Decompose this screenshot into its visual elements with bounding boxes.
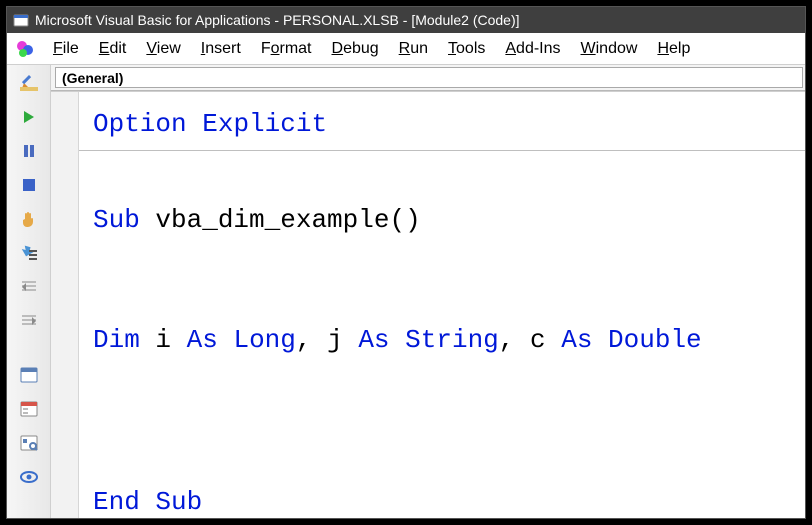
kw-end: End xyxy=(93,487,140,517)
vb-logo-icon xyxy=(13,37,37,61)
kw-string: String xyxy=(405,325,499,355)
menu-edit[interactable]: Edit xyxy=(89,38,137,60)
watch-icon[interactable] xyxy=(17,465,41,489)
editor-area: (General) Option Explicit Sub vba_dim_ex… xyxy=(51,65,805,518)
run-icon[interactable] xyxy=(17,105,41,129)
menu-file[interactable]: File xyxy=(43,38,89,60)
menu-run[interactable]: Run xyxy=(389,38,438,60)
paren-close: ) xyxy=(405,205,421,235)
comma-2: , xyxy=(499,325,515,355)
menu-help[interactable]: Help xyxy=(647,38,700,60)
kw-as-1: As xyxy=(187,325,218,355)
reset-icon[interactable] xyxy=(17,173,41,197)
menu-window[interactable]: Window xyxy=(571,38,648,60)
menu-view[interactable]: View xyxy=(136,38,190,60)
design-mode-icon[interactable] xyxy=(17,71,41,95)
code-editor[interactable]: Option Explicit Sub vba_dim_example() Di… xyxy=(79,92,805,518)
menubar: File Edit View Insert Format Debug Run T… xyxy=(7,33,805,65)
kw-double: Double xyxy=(608,325,702,355)
kw-option: Option xyxy=(93,109,187,139)
var-c: c xyxy=(530,325,546,355)
declaration-separator xyxy=(79,150,805,151)
outdent-icon[interactable] xyxy=(17,275,41,299)
step-into-icon[interactable] xyxy=(17,241,41,265)
var-j: j xyxy=(327,325,343,355)
kw-long: Long xyxy=(233,325,295,355)
kw-dim: Dim xyxy=(93,325,140,355)
menu-debug[interactable]: Debug xyxy=(322,38,389,60)
menu-addins[interactable]: Add-Ins xyxy=(495,38,570,60)
vertical-toolbar xyxy=(7,65,51,518)
var-i: i xyxy=(155,325,171,355)
code-pane: Option Explicit Sub vba_dim_example() Di… xyxy=(51,91,805,518)
kw-as-3: As xyxy=(561,325,592,355)
object-dropdown-value: (General) xyxy=(62,70,123,86)
titlebar: Microsoft Visual Basic for Applications … xyxy=(7,7,805,33)
window-title: Microsoft Visual Basic for Applications … xyxy=(35,12,520,28)
margin-indicator-bar[interactable] xyxy=(51,92,79,518)
menu-insert[interactable]: Insert xyxy=(191,38,251,60)
object-browser-icon[interactable] xyxy=(17,431,41,455)
app-icon xyxy=(13,12,29,28)
hand-icon[interactable] xyxy=(17,207,41,231)
kw-sub-end: Sub xyxy=(155,487,202,517)
sub-name: vba_dim_example xyxy=(155,205,389,235)
break-icon[interactable] xyxy=(17,139,41,163)
object-dropdown[interactable]: (General) xyxy=(55,67,803,88)
kw-sub: Sub xyxy=(93,205,140,235)
menu-tools[interactable]: Tools xyxy=(438,38,495,60)
kw-explicit: Explicit xyxy=(202,109,327,139)
vba-ide-window: Microsoft Visual Basic for Applications … xyxy=(6,6,806,519)
kw-as-2: As xyxy=(358,325,389,355)
paren-open: ( xyxy=(389,205,405,235)
indent-icon[interactable] xyxy=(17,309,41,333)
code-pane-dropdowns: (General) xyxy=(51,65,805,91)
comma-1: , xyxy=(296,325,312,355)
project-explorer-icon[interactable] xyxy=(17,363,41,387)
body: (General) Option Explicit Sub vba_dim_ex… xyxy=(7,65,805,518)
properties-icon[interactable] xyxy=(17,397,41,421)
menu-format[interactable]: Format xyxy=(251,38,322,60)
